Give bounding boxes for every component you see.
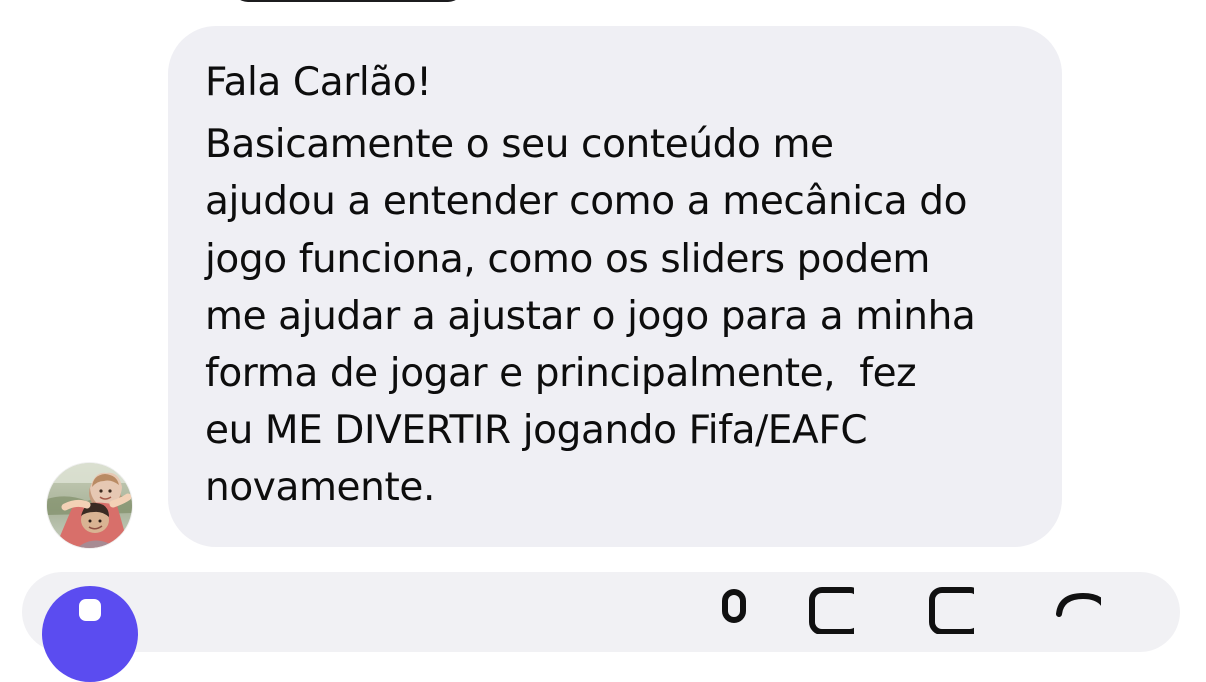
message-composer[interactable] <box>22 572 1180 652</box>
sender-avatar-photo <box>47 463 132 548</box>
add-button[interactable] <box>42 586 138 682</box>
message-line: Basicamente o seu conteúdo me <box>205 122 834 168</box>
add-icon <box>79 599 101 621</box>
sender-avatar[interactable] <box>47 463 132 548</box>
microphone-icon[interactable] <box>710 586 758 634</box>
sticker-icon[interactable] <box>926 586 974 634</box>
message-line: me ajudar a ajustar o jogo para a minha <box>205 293 976 339</box>
previous-message-edge <box>232 0 464 2</box>
message-line: ajudou a entender como a mecânica do <box>205 179 968 225</box>
message-line: Fala Carlão! <box>205 60 432 105</box>
emoji-icon[interactable] <box>1053 586 1101 634</box>
message-line: forma de jogar e principalmente, fez <box>205 351 917 397</box>
message-line: novamente. <box>205 465 435 511</box>
message-line: jogo funciona, como os sliders podem <box>205 236 931 282</box>
message-line: eu ME DIVERTIR jogando Fifa/EAFC <box>205 408 868 454</box>
image-icon[interactable] <box>806 586 854 634</box>
message-bubble[interactable]: Fala Carlão! Basicamente o seu conteúdo … <box>168 26 1062 547</box>
